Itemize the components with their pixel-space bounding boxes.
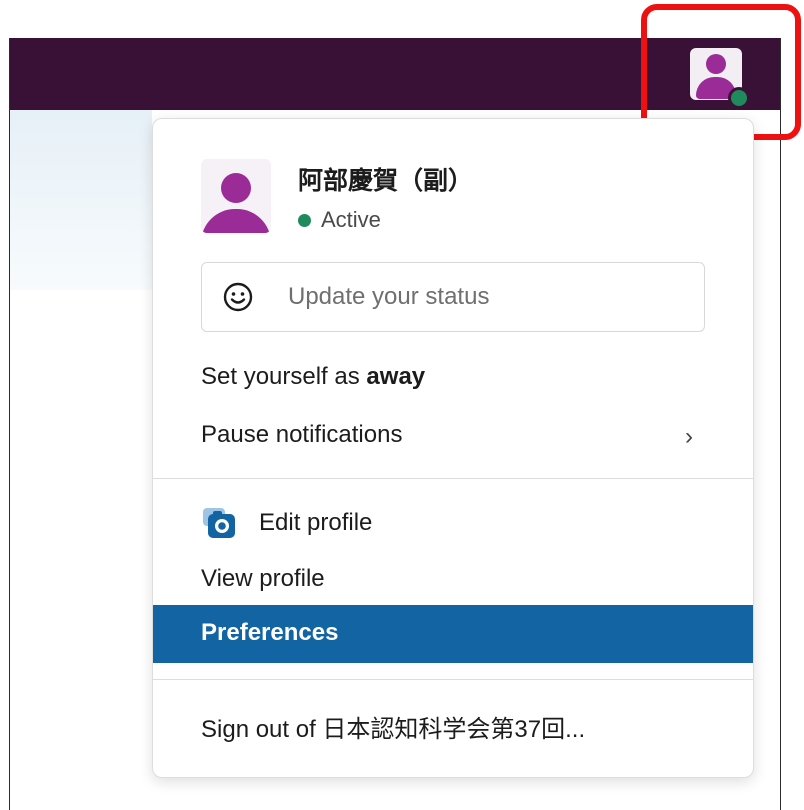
menu-divider	[153, 478, 753, 479]
pause-notifications-item[interactable]: Pause notifications	[201, 421, 402, 449]
presence-label: Active	[321, 207, 381, 232]
preferences-label: Preferences	[201, 619, 339, 646]
edit-profile-item[interactable]: Edit profile	[259, 509, 372, 537]
camera-icon	[203, 508, 235, 538]
chevron-right-icon: ›	[685, 423, 693, 450]
preferences-item[interactable]: Preferences	[153, 605, 753, 663]
user-menu: 阿部慶賀（副） Active Update your status Set yo…	[152, 118, 754, 778]
presence-status: Active	[298, 207, 381, 233]
view-profile-item[interactable]: View profile	[201, 565, 325, 593]
user-name: 阿部慶賀（副）	[298, 167, 474, 195]
smile-icon	[223, 282, 253, 312]
update-status-placeholder: Update your status	[288, 283, 490, 310]
sign-out-item[interactable]: Sign out of 日本認知科学会第37回...	[201, 709, 585, 744]
menu-divider	[153, 679, 753, 680]
update-status-input[interactable]: Update your status	[201, 262, 705, 332]
active-dot-icon	[298, 213, 311, 227]
background-panel	[10, 110, 152, 290]
user-avatar-icon	[201, 159, 271, 233]
set-away-item[interactable]: Set yourself as away	[201, 363, 425, 391]
